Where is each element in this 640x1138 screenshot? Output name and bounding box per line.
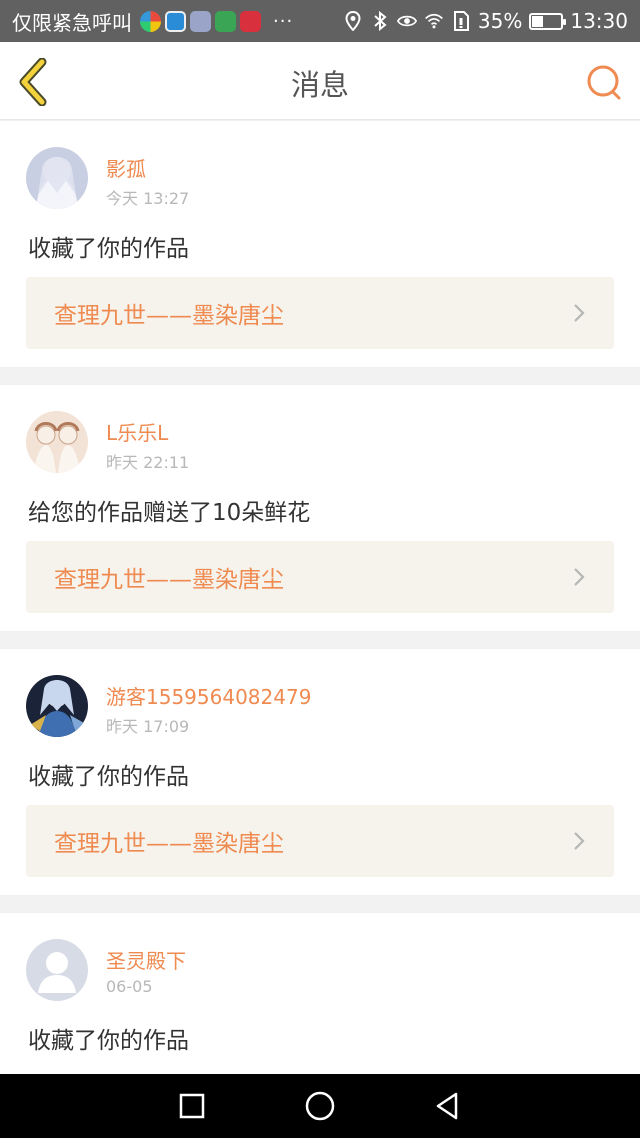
bluetooth-icon — [374, 11, 387, 31]
status-bar: 仅限紧急呼叫 ··· 35% 13:30 — [0, 0, 640, 42]
work-link[interactable]: 查理九世——墨染唐尘 — [26, 541, 614, 613]
message-text: 收藏了你的作品 — [28, 1028, 189, 1054]
avatar[interactable] — [26, 147, 88, 209]
message-card: 游客1559564082479 昨天 17:09 收藏了你的作品 查理九世——墨… — [0, 649, 640, 895]
chevron-right-icon — [574, 832, 585, 850]
anime-avatar-beige — [26, 411, 88, 473]
avatar[interactable] — [26, 411, 88, 473]
sim-icon — [453, 11, 469, 31]
work-link[interactable]: 查理九世——墨染唐尘 — [26, 805, 614, 877]
timestamp: 昨天 22:11 — [106, 453, 190, 472]
messages-screen: 仅限紧急呼叫 ··· 35% 13:30 消息 影孤 今天 13:27 收藏了你… — [0, 0, 640, 1138]
home-circle-icon[interactable] — [304, 1090, 336, 1122]
avatar[interactable] — [26, 939, 88, 1001]
status-bar-left: 仅限紧急呼叫 ··· — [12, 7, 293, 36]
battery-percent: 35% — [477, 9, 523, 33]
anime-avatar-white — [26, 147, 88, 209]
news-app-icon — [240, 10, 261, 32]
username[interactable]: 影孤 — [106, 153, 146, 182]
message-card: 影孤 今天 13:27 收藏了你的作品 查理九世——墨染唐尘 — [0, 121, 640, 367]
header: 消息 — [0, 42, 640, 120]
message-card: L乐乐L 昨天 22:11 给您的作品赠送了10朵鲜花 查理九世——墨染唐尘 — [0, 385, 640, 631]
more-notifications-icon: ··· — [273, 10, 294, 32]
security-app-icon — [190, 10, 211, 32]
anime-avatar-dark — [26, 675, 88, 737]
battery-level — [532, 15, 543, 27]
timestamp: 昨天 17:09 — [106, 717, 190, 736]
message-list: 影孤 今天 13:27 收藏了你的作品 查理九世——墨染唐尘 L乐乐L 昨天 2… — [0, 121, 640, 1138]
search-icon[interactable] — [584, 62, 624, 102]
browser-app-icon — [165, 10, 186, 32]
timestamp: 今天 13:27 — [106, 189, 190, 208]
system-nav-bar — [0, 1074, 640, 1138]
recents-square-icon[interactable] — [176, 1090, 208, 1122]
notification-app-icons — [140, 10, 261, 32]
work-title: 查理九世——墨染唐尘 — [54, 303, 284, 329]
wifi-icon — [424, 13, 443, 29]
message-text: 收藏了你的作品 — [28, 236, 189, 262]
message-text: 给您的作品赠送了10朵鲜花 — [28, 500, 311, 526]
timestamp: 06-05 — [106, 977, 153, 996]
chevron-right-icon — [574, 568, 585, 586]
battery-icon — [529, 12, 567, 30]
work-link[interactable]: 查理九世——墨染唐尘 — [26, 277, 614, 349]
carrier-text: 仅限紧急呼叫 — [12, 10, 132, 35]
chevron-right-icon — [574, 304, 585, 322]
status-time: 13:30 — [570, 9, 628, 33]
avatar[interactable] — [26, 675, 88, 737]
page-title: 消息 — [290, 68, 349, 102]
eye-icon — [396, 15, 417, 27]
work-title: 查理九世——墨染唐尘 — [54, 831, 284, 857]
work-title: 查理九世——墨染唐尘 — [54, 567, 284, 593]
back-triangle-icon[interactable] — [432, 1090, 464, 1122]
username[interactable]: 圣灵殿下 — [106, 945, 186, 974]
username[interactable]: L乐乐L — [106, 417, 168, 446]
default-avatar — [26, 939, 88, 1001]
username[interactable]: 游客1559564082479 — [106, 681, 311, 710]
lock-app-icon — [215, 10, 236, 32]
status-bar-right: 35% 13:30 — [343, 9, 628, 33]
location-icon — [345, 11, 361, 31]
photos-app-icon — [140, 10, 161, 32]
message-text: 收藏了你的作品 — [28, 764, 189, 790]
